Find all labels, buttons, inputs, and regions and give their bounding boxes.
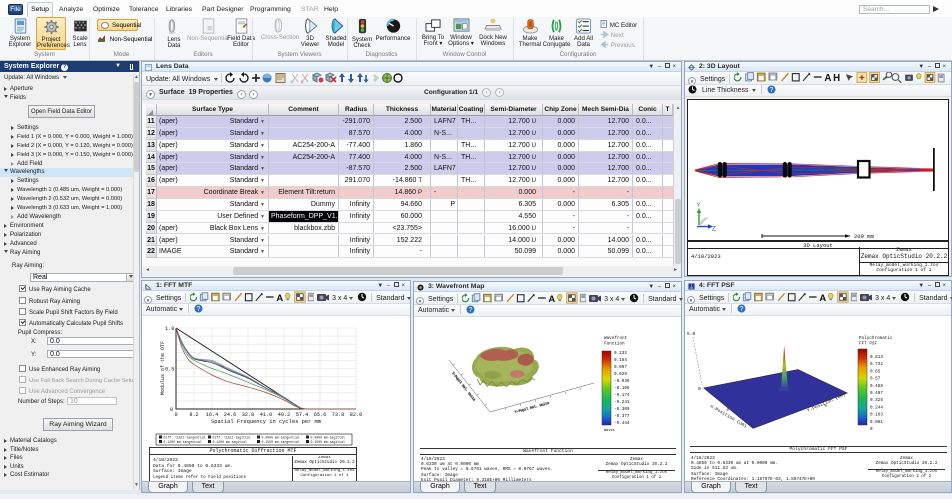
- svg-text:Waves: Waves: [604, 429, 615, 433]
- svg-text:-0.106: -0.106: [614, 386, 630, 391]
- svg-text:FFT PSF: FFT PSF: [859, 342, 877, 347]
- svg-text:0.232: 0.232: [614, 351, 627, 356]
- svg-text:0.57: 0.57: [870, 377, 881, 382]
- svg-text:Z: Z: [712, 226, 716, 233]
- svg-text:0.244: 0.244: [870, 405, 883, 410]
- svg-text:0.1500 mm-tangential: 0.1500 mm-tangential: [262, 440, 300, 444]
- svg-text:65.6: 65.6: [314, 412, 326, 418]
- svg-text:Spatial Frequency in cycles pe: Spatial Frequency in cycles per mm: [211, 419, 321, 425]
- svg-text:?: ?: [740, 306, 744, 313]
- svg-text:0.407: 0.407: [870, 391, 883, 396]
- svg-text:Modulus of the OTF: Modulus of the OTF: [160, 341, 166, 395]
- svg-text:-0.174: -0.174: [614, 393, 630, 398]
- svg-text:Y: Y: [697, 202, 701, 209]
- svg-text:0.1200 mm-sagittal: 0.1200 mm-sagittal: [213, 440, 248, 444]
- svg-text:Polychromatic: Polychromatic: [859, 336, 893, 341]
- svg-text:0.325: 0.325: [870, 398, 883, 403]
- svg-text:X-Pupil Rel. Units: X-Pupil Rel. Units: [451, 371, 476, 402]
- svg-text:-0.309: -0.309: [614, 407, 630, 412]
- svg-text:0: 0: [870, 427, 873, 432]
- svg-text:0.813: 0.813: [870, 355, 883, 360]
- svg-text:16.4: 16.4: [206, 412, 218, 418]
- svg-text:200 mm: 200 mm: [854, 233, 875, 240]
- svg-text:A: A: [277, 292, 284, 303]
- svg-text:24.6: 24.6: [224, 412, 236, 418]
- svg-text:Diff. limit-tangential: Diff. limit-tangential: [164, 436, 206, 440]
- svg-text:0.081: 0.081: [870, 420, 883, 425]
- svg-text:5.0: 5.0: [687, 331, 696, 337]
- svg-text:82.0: 82.0: [350, 412, 362, 418]
- svg-text:Y-Pupil Rel. Units: Y-Pupil Rel. Units: [514, 401, 549, 414]
- svg-text:Diff. limit-sagittal: Diff. limit-sagittal: [213, 436, 251, 440]
- svg-text:0.029: 0.029: [614, 372, 627, 377]
- svg-text:Function: Function: [604, 342, 625, 347]
- svg-text:57.4: 57.4: [296, 412, 308, 418]
- svg-text:0.164: 0.164: [614, 358, 627, 363]
- svg-text:0.732: 0.732: [870, 362, 883, 367]
- svg-text:0.0000 mm-sagittal: 0.0000 mm-sagittal: [311, 436, 346, 440]
- svg-text:0: 0: [174, 412, 177, 418]
- svg-text:?: ?: [197, 306, 201, 313]
- svg-text:0.1200 mm-tangential: 0.1200 mm-tangential: [164, 440, 202, 444]
- svg-text:-0.039: -0.039: [614, 379, 630, 384]
- svg-text:49.2: 49.2: [278, 412, 290, 418]
- svg-text:1.0: 1.0: [165, 326, 174, 332]
- svg-text:0: 0: [170, 407, 173, 413]
- svg-text:0.097: 0.097: [614, 365, 627, 370]
- svg-text:8.2: 8.2: [189, 412, 198, 418]
- svg-text:41.0: 41.0: [260, 412, 272, 418]
- svg-text:A: A: [825, 73, 832, 83]
- svg-text:0.488: 0.488: [870, 384, 883, 389]
- svg-text:H: H: [833, 73, 840, 83]
- svg-text:73.8: 73.8: [332, 412, 344, 418]
- svg-text:A: A: [549, 293, 556, 304]
- svg-text:-0.241: -0.241: [614, 400, 630, 405]
- svg-text:-0.377: -0.377: [614, 414, 630, 419]
- svg-text:0: 0: [698, 386, 701, 392]
- svg-text:0.65: 0.65: [870, 369, 881, 374]
- svg-text:0.0000 mm-tangential: 0.0000 mm-tangential: [262, 436, 300, 440]
- svg-text:32.8: 32.8: [242, 412, 254, 418]
- svg-text:?: ?: [469, 307, 473, 314]
- svg-text:0.163: 0.163: [870, 413, 883, 418]
- svg-text:A: A: [820, 292, 827, 303]
- svg-text:Wavefront: Wavefront: [604, 336, 628, 341]
- svg-text:?: ?: [770, 87, 774, 94]
- svg-text:0.1500 mm-sagittal: 0.1500 mm-sagittal: [311, 440, 346, 444]
- svg-text:0.5: 0.5: [165, 367, 174, 373]
